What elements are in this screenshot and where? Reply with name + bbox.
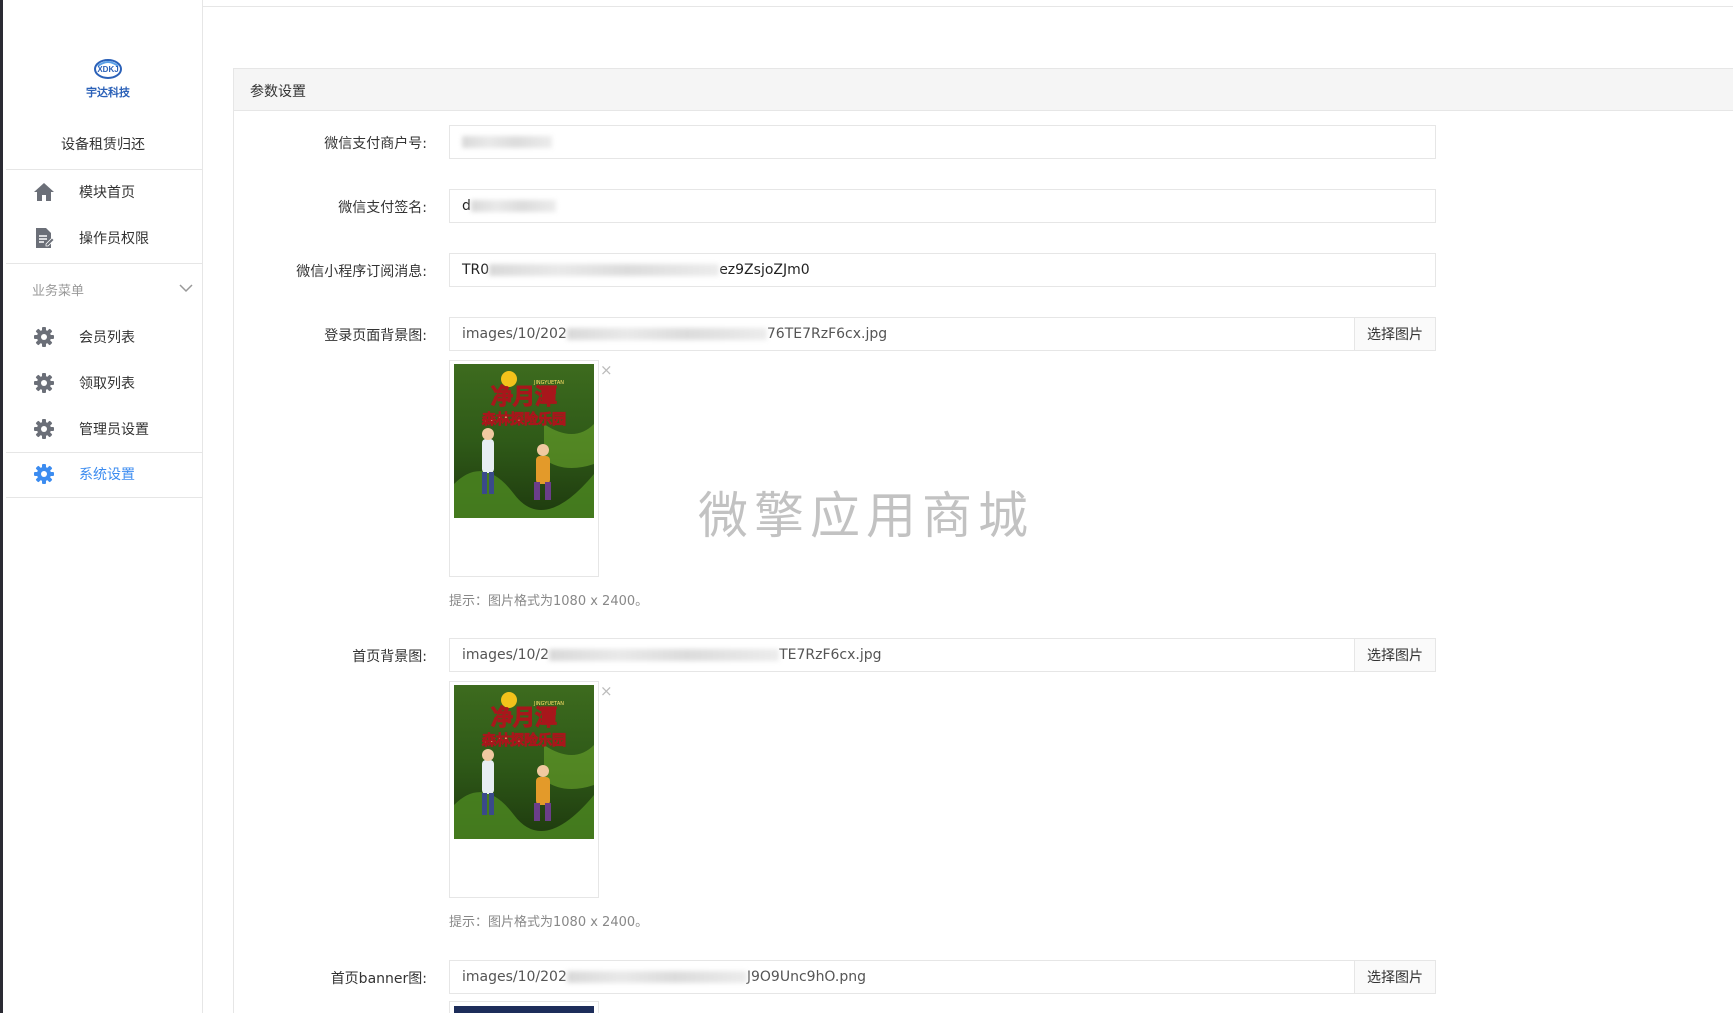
svg-text:JINGYUETAN: JINGYUETAN: [533, 701, 564, 707]
sidebar-item-claim-list[interactable]: 领取列表: [3, 363, 203, 403]
top-divider: [203, 6, 1733, 7]
sidebar-item-label: 领取列表: [79, 376, 135, 392]
home-banner-suffix: J9O9Unc9hO.png: [746, 969, 866, 985]
panel-title: 参数设置: [250, 84, 306, 100]
sidebar-item-module-home[interactable]: 模块首页: [3, 172, 203, 212]
login-bg-input[interactable]: images/10/202 76TE7RzF6cx.jpg 选择图片: [449, 317, 1436, 351]
home-bg-hint: 提示：图片格式为1080 x 2400。: [449, 915, 649, 930]
home-icon: [33, 181, 55, 203]
redacted-value: [470, 200, 556, 212]
gear-icon: [33, 372, 55, 394]
sidebar-item-label: 系统设置: [79, 467, 135, 483]
home-banner-prefix: images/10/202: [462, 969, 567, 985]
login-bg-preview: 净月潭 森林探险乐园 JINGYUETAN: [449, 360, 599, 577]
gear-icon: [33, 326, 55, 348]
sidebar-divider: [6, 169, 203, 170]
svg-text:XDKJ: XDKJ: [97, 65, 118, 74]
home-bg-input[interactable]: images/10/2 TE7RzF6cx.jpg 选择图片: [449, 638, 1436, 672]
login-bg-suffix: 76TE7RzF6cx.jpg: [766, 326, 888, 342]
remove-image-icon[interactable]: ×: [600, 361, 613, 379]
pay-sign-input[interactable]: d: [449, 189, 1436, 223]
subscribe-msg-label: 微信小程序订阅消息:: [296, 264, 427, 280]
subscribe-msg-input[interactable]: TR0 ez9ZsjoZJm0: [449, 253, 1436, 287]
remove-image-icon[interactable]: ×: [600, 682, 613, 700]
home-banner-input[interactable]: images/10/202 J9O9Unc9hO.png 选择图片: [449, 960, 1436, 994]
sidebar-item-label: 操作员权限: [79, 231, 149, 247]
sidebar-divider: [6, 263, 203, 264]
sidebar-item-label: 管理员设置: [79, 422, 149, 438]
home-bg-preview: 净月潭 森林探险乐园 JINGYUETAN: [449, 681, 599, 898]
gear-icon: [33, 418, 55, 440]
sidebar-divider: [6, 497, 203, 498]
merchant-id-label: 微信支付商户号:: [324, 136, 427, 152]
chevron-down-icon[interactable]: [178, 279, 194, 293]
choose-image-button[interactable]: 选择图片: [1354, 639, 1435, 671]
watermark: 微擎应用商城: [698, 487, 1034, 545]
home-bg-image: 净月潭 森林探险乐园 JINGYUETAN: [454, 685, 594, 839]
login-bg-hint: 提示：图片格式为1080 x 2400。: [449, 594, 649, 609]
sidebar: XDKJ 宇达科技 设备租赁归还 模块首页 操作员权限 业务菜单 会员列表 领取…: [3, 0, 203, 1013]
logo-mark-icon: XDKJ: [94, 59, 122, 79]
redacted-value: [489, 264, 720, 276]
redacted-value: [566, 328, 767, 340]
merchant-id-input[interactable]: [449, 125, 1436, 159]
home-bg-suffix: TE7RzF6cx.jpg: [779, 647, 882, 663]
sidebar-item-operator-permissions[interactable]: 操作员权限: [3, 218, 203, 258]
svg-text:净月潭: 净月潭: [491, 705, 557, 731]
app-name: 设备租赁归还: [61, 137, 145, 153]
redacted-value: [549, 649, 780, 661]
choose-image-button[interactable]: 选择图片: [1354, 318, 1435, 350]
login-bg-label: 登录页面背景图:: [324, 328, 427, 344]
home-banner-label: 首页banner图:: [330, 971, 427, 987]
gear-icon: [33, 463, 55, 485]
home-bg-prefix: images/10/2: [462, 647, 550, 663]
redacted-value: [462, 136, 552, 148]
subscribe-msg-prefix: TR0: [462, 262, 490, 278]
login-bg-image: 净月潭 森林探险乐园 JINGYUETAN: [454, 364, 594, 518]
home-banner-preview: [449, 1001, 599, 1013]
sidebar-item-label: 会员列表: [79, 330, 135, 346]
svg-text:JINGYUETAN: JINGYUETAN: [533, 380, 564, 386]
pay-sign-label: 微信支付签名:: [338, 200, 427, 216]
login-bg-prefix: images/10/202: [462, 326, 567, 342]
sidebar-item-system-settings[interactable]: 系统设置: [3, 454, 203, 494]
menu-group-title: 业务菜单: [32, 284, 85, 299]
company-logo: XDKJ 宇达科技: [73, 56, 143, 100]
pay-sign-value: d: [462, 198, 471, 214]
svg-text:净月潭: 净月潭: [491, 384, 557, 410]
logo-text: 宇达科技: [86, 86, 130, 99]
choose-image-button[interactable]: 选择图片: [1354, 961, 1435, 993]
home-bg-label: 首页背景图:: [352, 649, 427, 665]
sidebar-divider: [6, 452, 203, 453]
sidebar-item-member-list[interactable]: 会员列表: [3, 317, 203, 357]
svg-text:森林探险乐园: 森林探险乐园: [482, 732, 566, 749]
sidebar-item-label: 模块首页: [79, 185, 135, 201]
sidebar-item-admin-settings[interactable]: 管理员设置: [3, 409, 203, 449]
panel-header: 参数设置: [234, 69, 1733, 111]
home-banner-image: [454, 1006, 594, 1013]
subscribe-msg-suffix: ez9ZsjoZJm0: [719, 262, 810, 278]
svg-text:森林探险乐园: 森林探险乐园: [482, 411, 566, 428]
redacted-value: [566, 971, 747, 983]
document-edit-icon: [33, 227, 55, 249]
